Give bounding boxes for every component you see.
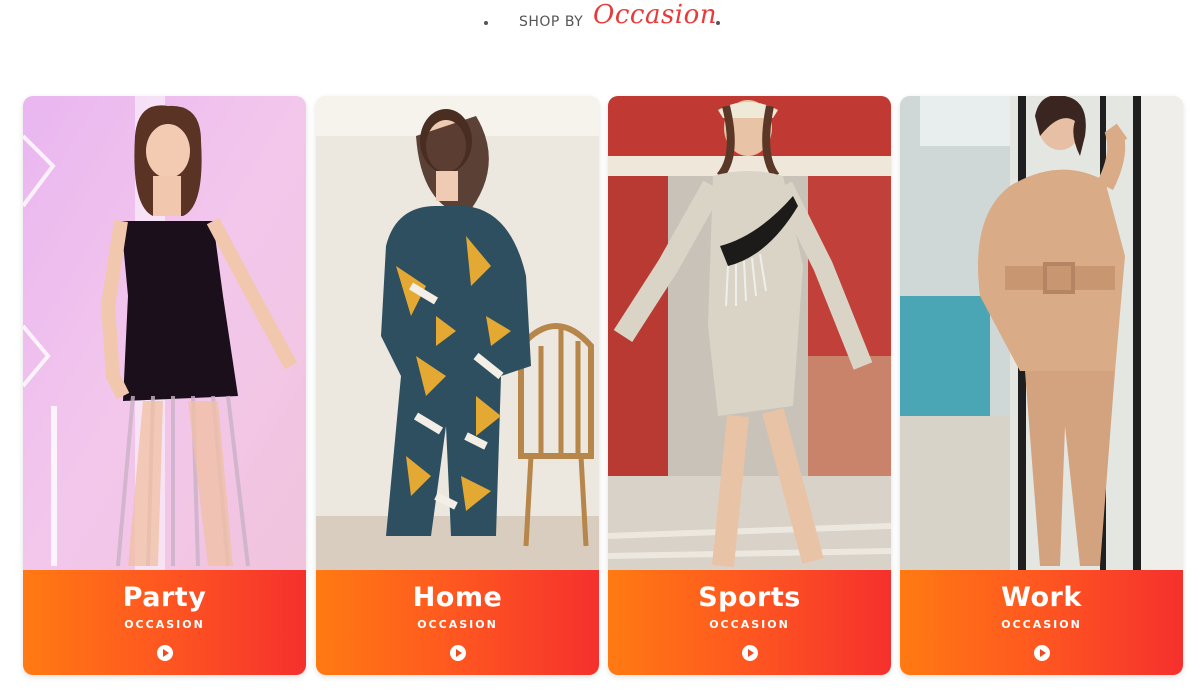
card-title: Home xyxy=(412,582,503,613)
occasion-card-sports[interactable]: Sports OCCASION xyxy=(608,96,891,675)
heading-dot-right xyxy=(716,21,720,25)
party-banner: Party OCCASION xyxy=(23,570,306,675)
home-banner: Home OCCASION xyxy=(316,570,599,675)
occasion-cards: Party OCCASION Home OCCASION Sports OCCA… xyxy=(23,96,1183,676)
party-photo xyxy=(23,96,306,570)
heading-prefix: SHOP BY xyxy=(519,14,584,30)
card-title: Party xyxy=(122,582,207,613)
section-heading: SHOP BY Occasion xyxy=(0,0,1204,40)
card-title: Work xyxy=(1001,582,1082,613)
card-title: Sports xyxy=(698,582,801,613)
card-subtitle: OCCASION xyxy=(1001,618,1082,631)
card-subtitle: OCCASION xyxy=(124,618,205,631)
occasion-card-work[interactable]: Work OCCASION xyxy=(900,96,1183,675)
card-subtitle: OCCASION xyxy=(417,618,498,631)
sports-banner: Sports OCCASION xyxy=(608,570,891,675)
work-photo xyxy=(900,96,1183,570)
heading-dot-left xyxy=(484,21,488,25)
occasion-card-home[interactable]: Home OCCASION xyxy=(316,96,599,675)
heading-title: Occasion xyxy=(593,0,717,30)
card-subtitle: OCCASION xyxy=(709,618,790,631)
play-icon[interactable] xyxy=(156,645,173,661)
play-icon[interactable] xyxy=(449,645,466,661)
work-banner: Work OCCASION xyxy=(900,570,1183,675)
home-photo xyxy=(316,96,599,570)
play-icon[interactable] xyxy=(1033,645,1050,661)
play-icon[interactable] xyxy=(741,645,758,661)
occasion-card-party[interactable]: Party OCCASION xyxy=(23,96,306,675)
sports-photo xyxy=(608,96,891,570)
